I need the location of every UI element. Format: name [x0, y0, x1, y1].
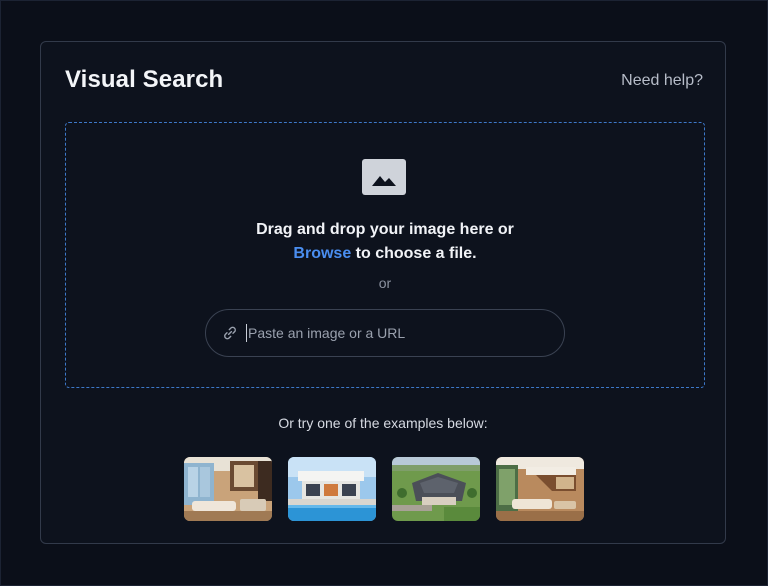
image-icon [362, 159, 406, 195]
visual-search-card: Visual Search Need help? Drag and drop y… [40, 41, 726, 544]
example-images [184, 457, 584, 521]
browse-suffix: to choose a file. [351, 245, 477, 262]
need-help-link[interactable]: Need help? [621, 72, 703, 90]
example-image-4[interactable] [496, 457, 584, 521]
example-image-3[interactable] [392, 457, 480, 521]
page-title: Visual Search [65, 66, 224, 93]
drop-instructions-line-2: Browse to choose a file. [66, 245, 704, 263]
image-dropzone[interactable]: Drag and drop your image here or Browse … [65, 122, 705, 388]
example-image-2[interactable] [288, 457, 376, 521]
example-image-1[interactable] [184, 457, 272, 521]
drop-instructions: Drag and drop your image here or [256, 221, 514, 238]
text-caret [246, 324, 247, 342]
browse-link[interactable]: Browse [293, 245, 351, 262]
url-input[interactable] [248, 310, 548, 356]
url-input-container[interactable] [205, 309, 565, 357]
examples-label: Or try one of the examples below: [278, 415, 488, 431]
or-separator: or [378, 275, 392, 291]
link-icon [224, 326, 236, 340]
